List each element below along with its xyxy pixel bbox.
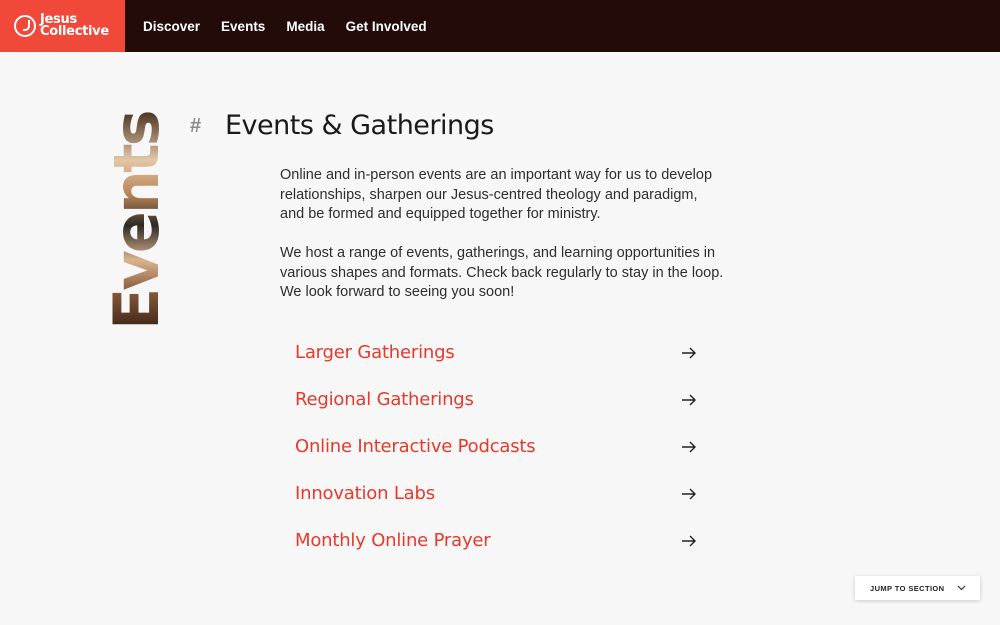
jump-to-section-dropdown[interactable]: JUMP TO SECTION bbox=[855, 576, 980, 600]
link-label: Online Interactive Podcasts bbox=[295, 436, 536, 457]
hash-icon: # bbox=[190, 115, 202, 137]
nav-get-involved[interactable]: Get Involved bbox=[346, 19, 427, 34]
nav-media[interactable]: Media bbox=[286, 19, 324, 34]
jump-label: JUMP TO SECTION bbox=[870, 583, 945, 593]
link-larger-gatherings[interactable]: Larger Gatherings bbox=[295, 329, 697, 376]
link-online-interactive-podcasts[interactable]: Online Interactive Podcasts bbox=[295, 423, 697, 470]
link-label: Monthly Online Prayer bbox=[295, 530, 491, 551]
arrow-right-icon bbox=[682, 347, 696, 358]
intro-paragraph-1: Online and in-person events are an impor… bbox=[280, 167, 713, 222]
arrow-right-icon bbox=[682, 394, 696, 405]
link-label: Regional Gatherings bbox=[295, 389, 474, 410]
link-innovation-labs[interactable]: Innovation Labs bbox=[295, 470, 697, 517]
chevron-down-icon bbox=[957, 585, 966, 591]
nav-events[interactable]: Events bbox=[221, 19, 265, 34]
arrow-right-icon bbox=[682, 441, 696, 452]
vertical-events-word: Events bbox=[100, 112, 173, 331]
nav-discover[interactable]: Discover bbox=[143, 19, 200, 34]
arrow-right-icon bbox=[682, 535, 696, 546]
jesus-collective-logo[interactable]: Jesus Collective bbox=[0, 0, 125, 52]
link-label: Larger Gatherings bbox=[295, 342, 455, 363]
link-regional-gatherings[interactable]: Regional Gatherings bbox=[295, 376, 697, 423]
site-header: Jesus Collective Discover Events Media G… bbox=[0, 0, 1000, 52]
main-nav: Discover Events Media Get Involved bbox=[143, 19, 448, 34]
link-label: Innovation Labs bbox=[295, 483, 435, 504]
logo-text: Jesus Collective bbox=[40, 13, 109, 39]
intro-paragraph-2: We host a range of events, gatherings, a… bbox=[280, 245, 724, 300]
event-links-list: Larger Gatherings Regional Gatherings On… bbox=[295, 329, 697, 564]
link-monthly-online-prayer[interactable]: Monthly Online Prayer bbox=[295, 517, 697, 564]
logo-icon bbox=[14, 15, 36, 37]
page-title: Events & Gatherings bbox=[225, 110, 494, 141]
arrow-right-icon bbox=[682, 488, 696, 499]
intro-text: Online and in-person events are an impor… bbox=[280, 166, 725, 322]
logo-line-2: Collective bbox=[40, 24, 109, 39]
